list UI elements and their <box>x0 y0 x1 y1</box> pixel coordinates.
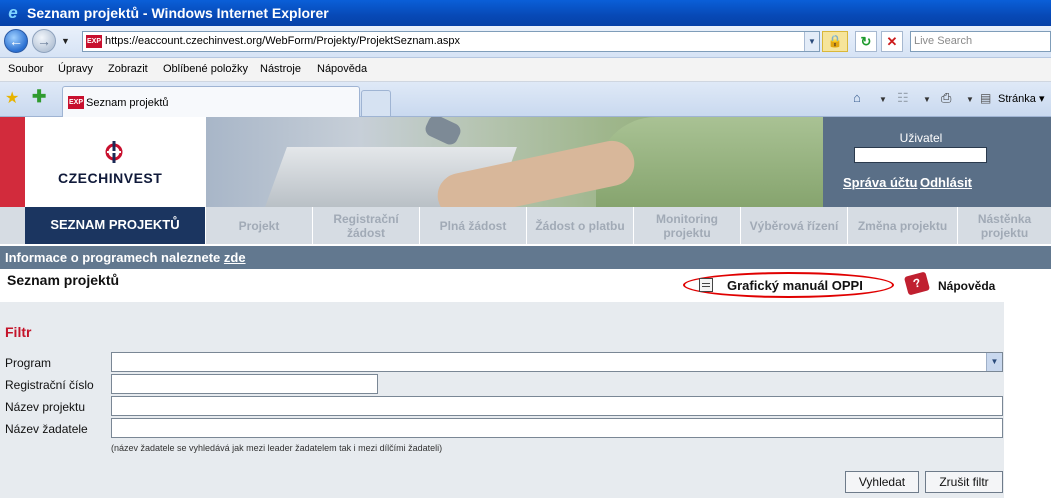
search-placeholder: Live Search <box>914 35 973 47</box>
url-input[interactable]: EXP https://eaccount.czechinvest.org/Web… <box>82 31 820 52</box>
account-settings-link[interactable]: Správa účtu <box>843 175 917 190</box>
logo-text-invest: INVEST <box>108 170 163 186</box>
nav-full-request-label: Plná žádost <box>439 218 507 233</box>
programs-info-bar: Informace o programech naleznete zde <box>0 246 1051 269</box>
filter-panel: Filtr Program ▼ Registrační číslo Název … <box>0 302 1004 498</box>
nav-registration-label-2: žádost <box>346 225 385 240</box>
nav-change-label: Změna projektu <box>857 218 948 233</box>
page-menu[interactable]: Stránka ▾ <box>998 92 1045 105</box>
nav-tenders-label: Výběrová řízení <box>749 218 839 233</box>
site-favicon-icon: EXP <box>86 35 102 48</box>
help-link[interactable]: Nápověda <box>938 279 995 293</box>
header-banner-image <box>206 117 823 207</box>
page-title: Seznam projektů <box>7 272 120 288</box>
menu-bar: Soubor Úpravy Zobrazit Oblíbené položky … <box>0 58 1051 82</box>
logo-text: CZECHINVEST <box>58 170 162 186</box>
page-menu-label: Stránka <box>998 93 1036 105</box>
user-name-box <box>854 147 987 163</box>
user-label: Uživatel <box>899 131 943 145</box>
main-navigation: SEZNAM PROJEKTŮ Projekt Registrační žádos… <box>0 207 1051 244</box>
manual-link[interactable]: Grafický manuál OPPI <box>683 272 894 298</box>
manual-link-label: Grafický manuál OPPI <box>727 278 863 293</box>
feeds-icon[interactable]: ☷ <box>897 90 909 106</box>
applicant-name-input[interactable] <box>111 418 1003 438</box>
tab-bar: ★ ✚ EXP Seznam projektů ⌂ ▼ ☷ ▼ ⎙ ▼ ▤ St… <box>0 82 1051 117</box>
info-text: Informace o programech naleznete <box>5 250 224 265</box>
logo-text-czech: CZECH <box>58 170 109 186</box>
home-dropdown-icon[interactable]: ▼ <box>879 95 887 104</box>
czechinvest-mark-icon <box>105 141 123 163</box>
user-panel: Uživatel Správa účtu Odhlásit <box>823 117 1051 207</box>
info-link[interactable]: zde <box>224 250 246 265</box>
registration-number-label: Registrační číslo <box>5 378 94 392</box>
tab-current[interactable]: EXP Seznam projektů <box>62 86 360 117</box>
web-page: CZECHINVEST Uživatel Správa účtu Odhlási… <box>0 117 1051 498</box>
new-tab-button[interactable] <box>361 90 391 116</box>
menu-tools[interactable]: Nástroje <box>260 63 301 75</box>
registration-number-input[interactable] <box>111 374 378 394</box>
nav-monitoring-label-2: projektu <box>663 225 711 240</box>
history-dropdown-icon[interactable]: ▼ <box>61 36 70 46</box>
menu-edit[interactable]: Úpravy <box>58 63 93 75</box>
filter-title: Filtr <box>5 324 32 340</box>
applicant-search-note: (název žadatele se vyhledává jak mezi le… <box>111 443 443 453</box>
nav-payment-label: Žádost o platbu <box>535 218 625 233</box>
document-icon <box>699 278 713 292</box>
nav-project[interactable]: Projekt <box>205 207 312 244</box>
logout-link[interactable]: Odhlásit <box>920 175 972 190</box>
nav-project-change[interactable]: Změna projektu <box>847 207 957 244</box>
address-bar: ← → ▼ EXP https://eaccount.czechinvest.o… <box>0 26 1051 58</box>
window-title: Seznam projektů - Windows Internet Explo… <box>27 5 329 21</box>
feeds-dropdown-icon[interactable]: ▼ <box>923 95 931 104</box>
back-button[interactable]: ← <box>4 29 28 53</box>
nav-board-label-2: projektu <box>980 225 1029 240</box>
search-input[interactable]: Live Search <box>910 31 1051 52</box>
window-titlebar: e Seznam projektů - Windows Internet Exp… <box>0 0 1051 26</box>
url-text: https://eaccount.czechinvest.org/WebForm… <box>105 35 461 47</box>
nav-full-request[interactable]: Plná žádost <box>419 207 526 244</box>
nav-registration-label-1: Registrační <box>333 211 399 226</box>
brand-stripe <box>0 117 25 207</box>
czechinvest-logo[interactable]: CZECHINVEST <box>25 117 206 207</box>
stop-button[interactable]: ✕ <box>881 31 903 52</box>
tab-label: Seznam projektů <box>86 97 169 109</box>
favorites-star-icon[interactable]: ★ <box>5 88 19 108</box>
program-select[interactable]: ▼ <box>111 352 1003 372</box>
project-name-input[interactable] <box>111 396 1003 416</box>
tab-favicon-icon: EXP <box>68 96 84 109</box>
nav-project-monitoring[interactable]: Monitoring projektu <box>633 207 740 244</box>
print-dropdown-icon[interactable]: ▼ <box>966 95 974 104</box>
nav-board-label-1: Nástěnka <box>977 211 1032 226</box>
applicant-name-label: Název žadatele <box>5 422 88 436</box>
lock-icon[interactable]: 🔒 <box>822 31 848 52</box>
nav-monitoring-label-1: Monitoring <box>656 211 718 226</box>
ie-logo-icon: e <box>8 3 18 22</box>
help-book-icon[interactable]: ? <box>903 271 931 296</box>
menu-file[interactable]: Soubor <box>8 63 43 75</box>
nav-payment-request[interactable]: Žádost o platbu <box>526 207 633 244</box>
menu-view[interactable]: Zobrazit <box>108 63 148 75</box>
program-label: Program <box>5 356 52 370</box>
page-icon[interactable]: ▤ <box>980 91 991 105</box>
add-favorite-icon[interactable]: ✚ <box>32 87 46 107</box>
chevron-down-icon[interactable]: ▼ <box>986 353 1002 371</box>
nav-project-label: Projekt <box>238 218 280 233</box>
nav-project-board[interactable]: Nástěnka projektu <box>957 207 1051 244</box>
forward-button[interactable]: → <box>32 29 56 53</box>
refresh-button[interactable]: ↻ <box>855 31 877 52</box>
menu-help[interactable]: Nápověda <box>317 63 367 75</box>
menu-favorites[interactable]: Oblíbené položky <box>163 63 248 75</box>
nav-project-list[interactable]: SEZNAM PROJEKTŮ <box>25 207 205 244</box>
nav-registration-request[interactable]: Registrační žádost <box>312 207 419 244</box>
nav-tenders[interactable]: Výběrová řízení <box>740 207 847 244</box>
clear-filter-button[interactable]: Zrušit filtr <box>925 471 1003 493</box>
print-icon[interactable]: ⎙ <box>941 90 951 106</box>
project-name-label: Název projektu <box>5 400 86 414</box>
banner-phone <box>422 117 464 148</box>
url-dropdown-icon[interactable]: ▼ <box>804 32 819 51</box>
home-icon[interactable]: ⌂ <box>853 90 861 105</box>
search-button[interactable]: Vyhledat <box>845 471 919 493</box>
